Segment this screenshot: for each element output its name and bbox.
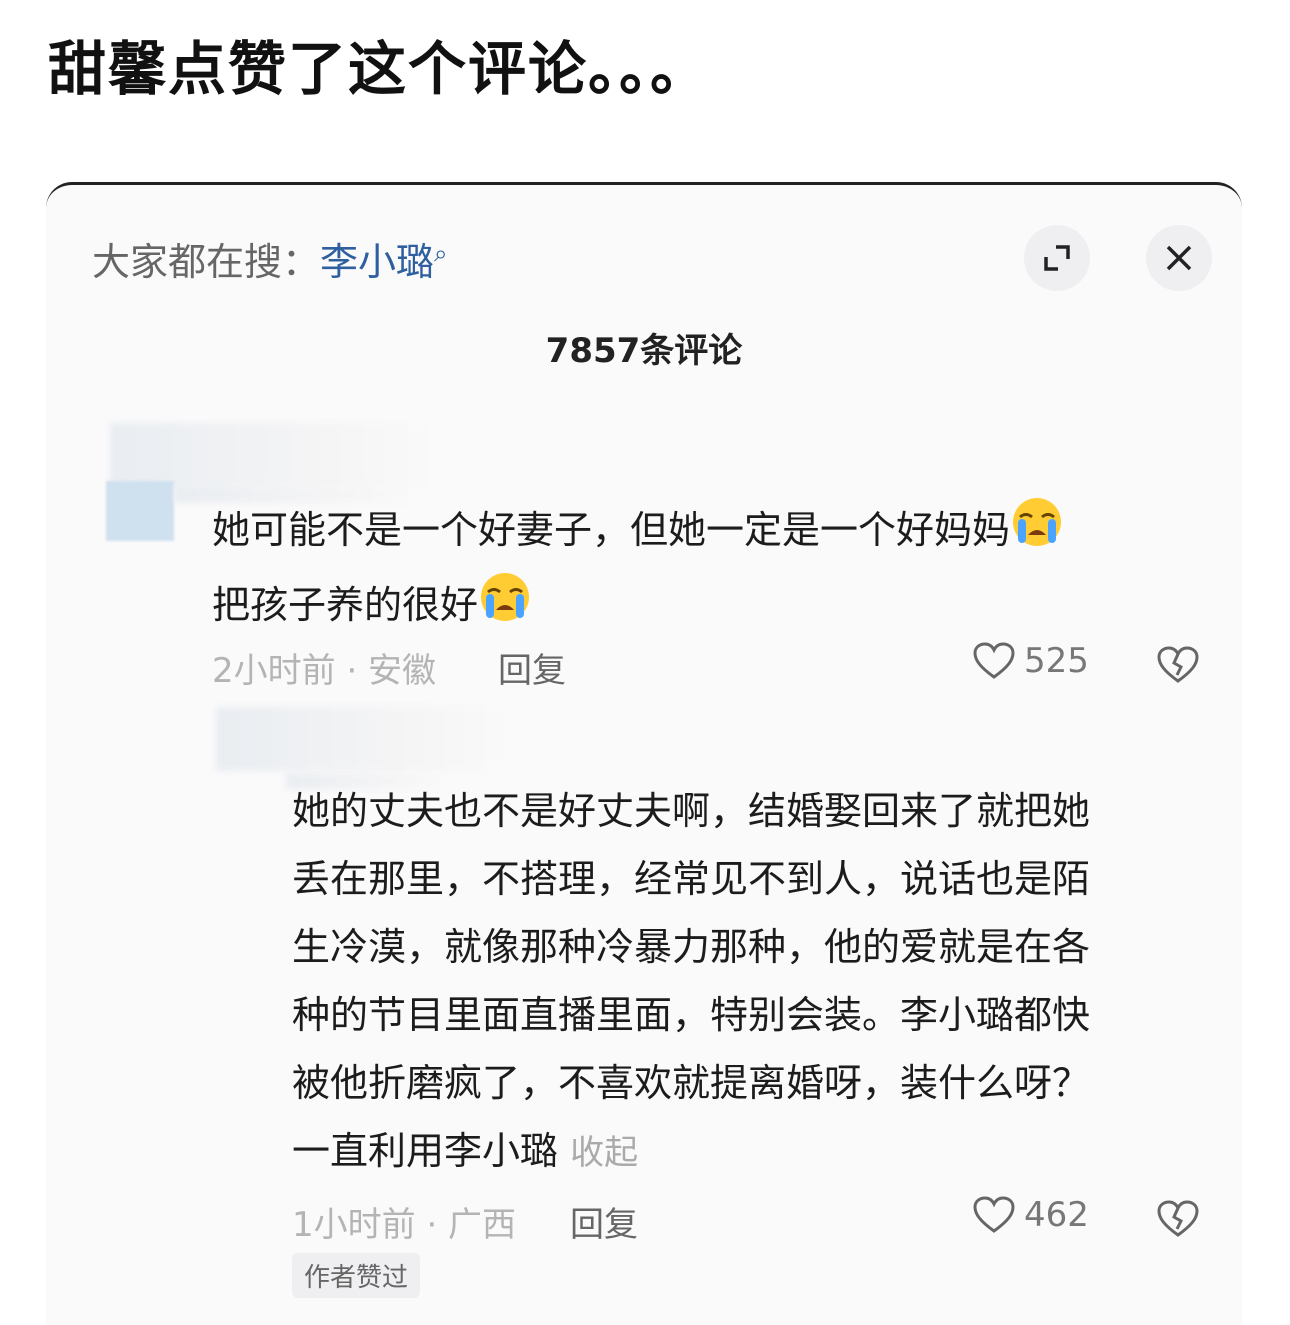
broken-heart-icon [1157, 1200, 1199, 1237]
reply-button[interactable]: 回复 [498, 643, 566, 692]
expand-icon [1044, 245, 1070, 271]
username-blurred [110, 423, 440, 487]
search-icon: ⌕ [434, 239, 448, 268]
comment-text: 她可能不是一个好妻子，但她一定是一个好妈妈 把孩子养的很好 [212, 495, 1212, 645]
like-button[interactable]: 525 [972, 641, 1089, 681]
like-count: 462 [1024, 1195, 1089, 1235]
dislike-button[interactable] [1156, 1199, 1200, 1243]
crying-face-icon [478, 570, 532, 645]
author-liked-badge: 作者赞过 [292, 1253, 421, 1298]
reply-button[interactable]: 回复 [570, 1197, 638, 1246]
comments-panel: 大家都在搜：李小璐⌕ 7857条评论 她可能不是一个好妻子，但她一定是一个好妈妈… [46, 182, 1242, 1325]
comment-meta: 1小时前 · 广西 [292, 1205, 517, 1245]
search-keyword[interactable]: 李小璐 [320, 240, 434, 284]
like-count: 525 [1024, 641, 1089, 681]
username-blurred [216, 707, 516, 771]
close-button[interactable] [1146, 225, 1212, 291]
broken-heart-icon [1157, 646, 1199, 683]
comment-count: 7857条评论 [545, 331, 743, 371]
avatar[interactable] [106, 481, 174, 541]
expand-button[interactable] [1024, 225, 1090, 291]
heart-icon [973, 1196, 1015, 1233]
crying-face-icon [1010, 495, 1064, 570]
like-button[interactable]: 462 [972, 1195, 1089, 1235]
dislike-button[interactable] [1156, 645, 1200, 689]
post-caption: 甜馨点赞了这个评论。。。 [48, 35, 711, 103]
comment-meta: 2小时前 · 安徽 [212, 651, 437, 691]
heart-icon [973, 642, 1015, 679]
close-icon [1166, 245, 1192, 271]
search-label: 大家都在搜： [92, 240, 321, 284]
search-suggestion[interactable]: 大家都在搜：李小璐⌕ [92, 231, 447, 286]
collapse-link[interactable]: 收起 [570, 1133, 638, 1173]
comment-text: 她的丈夫也不是好丈夫啊，结婚娶回来了就把她 丢在那里，不搭理，经常见不到人，说话… [292, 789, 1091, 1173]
